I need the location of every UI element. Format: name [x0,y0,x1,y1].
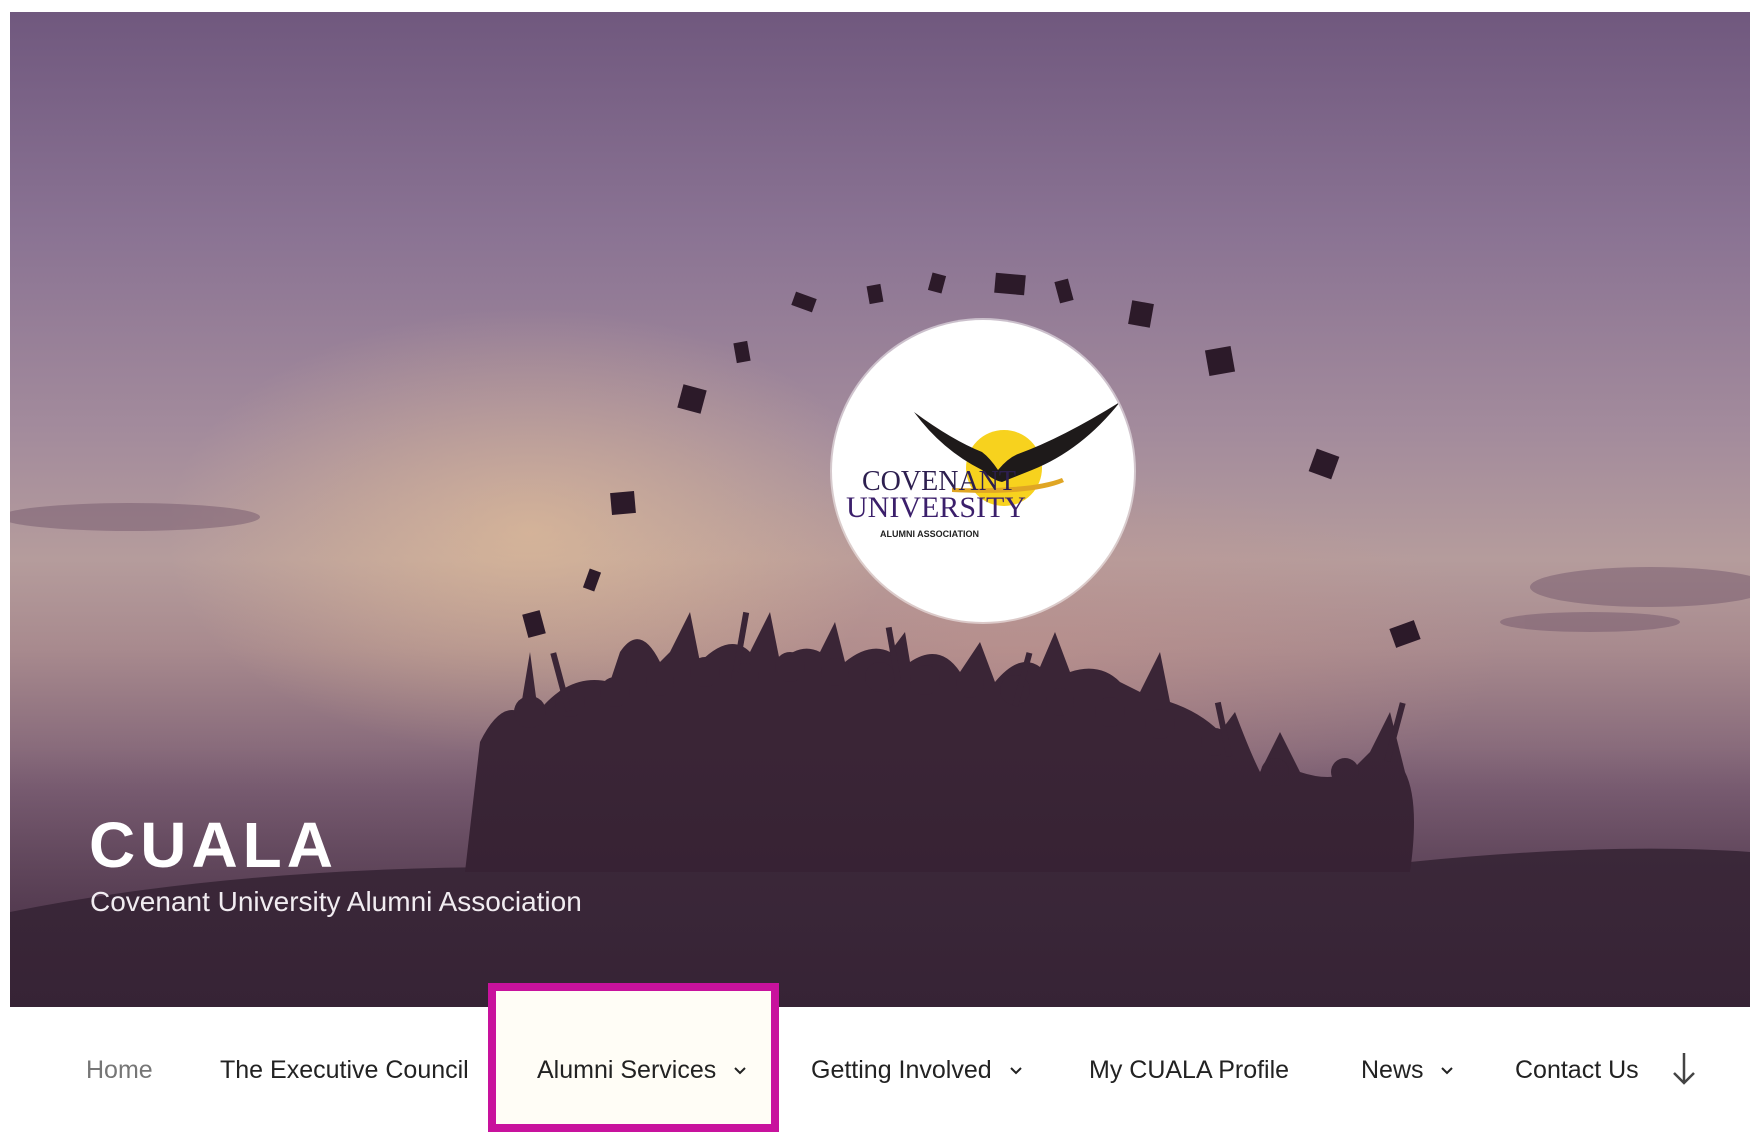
chevron-down-icon [1441,1067,1454,1075]
site-title[interactable]: CUALA [89,808,338,882]
nav-item-label: Home [86,1056,153,1084]
logo-line3: ALUMNI ASSOCIATION [880,529,979,539]
logo-line2: UNIVERSITY [846,491,1026,524]
chevron-down-icon [1009,1067,1022,1075]
nav-item-alumni-services[interactable]: Alumni Services [537,1052,747,1088]
nav-item-contact-us[interactable]: Contact Us [1515,1052,1639,1088]
nav-item-home[interactable]: Home [86,1052,153,1088]
nav-item-getting-involved[interactable]: Getting Involved [811,1052,1023,1088]
nav-item-label: The Executive Council [220,1056,469,1084]
nav-item-label: My CUALA Profile [1089,1056,1290,1084]
arrow-down-icon[interactable] [1670,1049,1698,1089]
nav-item-label: News [1361,1056,1424,1084]
nav-item-label: Getting Involved [811,1056,992,1084]
cuala-logo[interactable]: COVENANT UNIVERSITY ALUMNI ASSOCIATION [832,320,1134,622]
nav-item-news[interactable]: News [1361,1052,1454,1088]
nav-item-my-cuala-profile[interactable]: My CUALA Profile [1089,1052,1289,1088]
chevron-down-icon [734,1067,746,1075]
site-description: Covenant University Alumni Association [90,886,582,917]
nav-item-label: Contact Us [1515,1056,1639,1084]
nav-item-label: Alumni Services [537,1056,717,1084]
nav-item-executive-council[interactable]: The Executive Council [220,1052,469,1088]
